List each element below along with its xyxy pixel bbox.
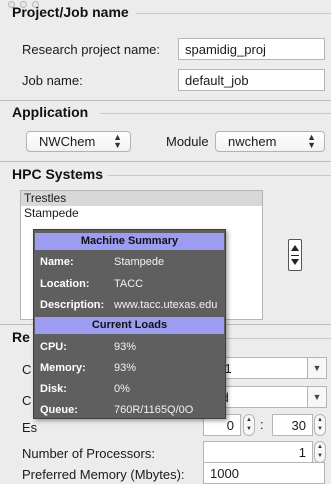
tooltip-description-value: www.tacc.utexas.edu — [114, 299, 218, 311]
separator — [0, 100, 331, 101]
walltime-hours-stepper[interactable]: ▲ ▼ — [243, 414, 255, 436]
tooltip-name-label: Name: — [40, 256, 74, 268]
walltime-minutes-input[interactable]: 30 — [272, 414, 313, 436]
section-title-project: Project/Job name — [12, 4, 129, 20]
dropdown-arrow-icon[interactable]: ▼ — [307, 386, 327, 408]
tooltip-memory-row: Memory: 93% — [40, 361, 136, 375]
section-title-application: Application — [12, 104, 89, 120]
separator — [0, 161, 331, 162]
section-divider — [108, 175, 331, 176]
tooltip-cpu-value: 93% — [114, 341, 137, 353]
tooltip-memory-value: 93% — [114, 362, 137, 374]
processors-label: Number of Processors: — [22, 446, 155, 461]
application-select[interactable]: NWChem ▲ ▼ — [26, 131, 131, 152]
updown-arrows-icon: ▲ ▼ — [307, 132, 316, 150]
module-label: Module — [166, 134, 209, 149]
current-loads-header: Current Loads — [35, 317, 224, 334]
updown-arrows-icon: ▲ ▼ — [113, 132, 122, 150]
tooltip-name-row: Name: Stampede — [40, 255, 164, 269]
job-name-input[interactable]: default_job — [178, 69, 325, 91]
section-title-resources: Re — [12, 329, 30, 345]
tooltip-disk-row: Disk: 0% — [40, 382, 130, 396]
tooltip-cpu-label: CPU: — [40, 341, 67, 353]
tooltip-description-row: Description: www.tacc.utexas.edu — [40, 298, 217, 312]
section-divider — [136, 13, 331, 14]
tooltip-disk-label: Disk: — [40, 383, 67, 395]
list-item-trestles[interactable]: Trestles — [21, 191, 262, 206]
tooltip-disk-value: 0% — [114, 383, 130, 395]
memory-label: Preferred Memory (Mbytes): — [22, 467, 185, 482]
machine-summary-tooltip: Machine Summary Name: Stampede Location: T… — [33, 229, 226, 419]
walltime-minutes-stepper[interactable]: ▲ ▼ — [314, 414, 326, 436]
module-select-value: nwchem — [228, 134, 277, 149]
research-project-label: Research project name: — [22, 42, 161, 57]
tooltip-location-row: Location: TACC — [40, 277, 143, 291]
resource-row3-label: Es — [22, 420, 38, 435]
arrow-down-icon — [291, 259, 299, 265]
tooltip-name-value: Stampede — [114, 256, 165, 268]
tooltip-memory-label: Memory: — [40, 362, 86, 374]
research-project-input[interactable]: spamidig_proj — [178, 38, 325, 60]
resource-row2-label: C — [22, 393, 32, 408]
processors-input[interactable]: 1 — [203, 441, 313, 463]
processors-stepper[interactable]: ▲ ▼ — [314, 441, 326, 463]
section-divider — [100, 113, 331, 114]
tooltip-queue-label: Queue: — [40, 404, 78, 416]
time-colon: : — [260, 417, 264, 432]
tooltip-queue-row: Queue: 760R/1165Q/0O — [40, 403, 193, 417]
module-select[interactable]: nwchem ▲ ▼ — [215, 131, 325, 152]
resource-row1-label: C — [22, 362, 32, 377]
list-item-stampede[interactable]: Stampede — [21, 206, 262, 221]
arrow-up-icon — [291, 245, 299, 251]
tooltip-cpu-row: CPU: 93% — [40, 340, 136, 354]
tooltip-location-value: TACC — [114, 278, 144, 290]
machine-summary-header: Machine Summary — [35, 233, 224, 250]
tooltip-location-label: Location: — [40, 278, 90, 290]
job-name-label: Job name: — [22, 73, 83, 88]
tooltip-queue-value: 760R/1165Q/0O — [114, 404, 194, 416]
dropdown-arrow-icon[interactable]: ▼ — [307, 357, 327, 379]
memory-input[interactable]: 1000 — [203, 462, 325, 484]
application-select-value: NWChem — [39, 134, 96, 149]
tooltip-description-label: Description: — [40, 299, 105, 311]
section-divider — [226, 338, 331, 339]
section-title-hpc: HPC Systems — [12, 166, 104, 182]
list-reorder-button[interactable] — [288, 239, 302, 271]
